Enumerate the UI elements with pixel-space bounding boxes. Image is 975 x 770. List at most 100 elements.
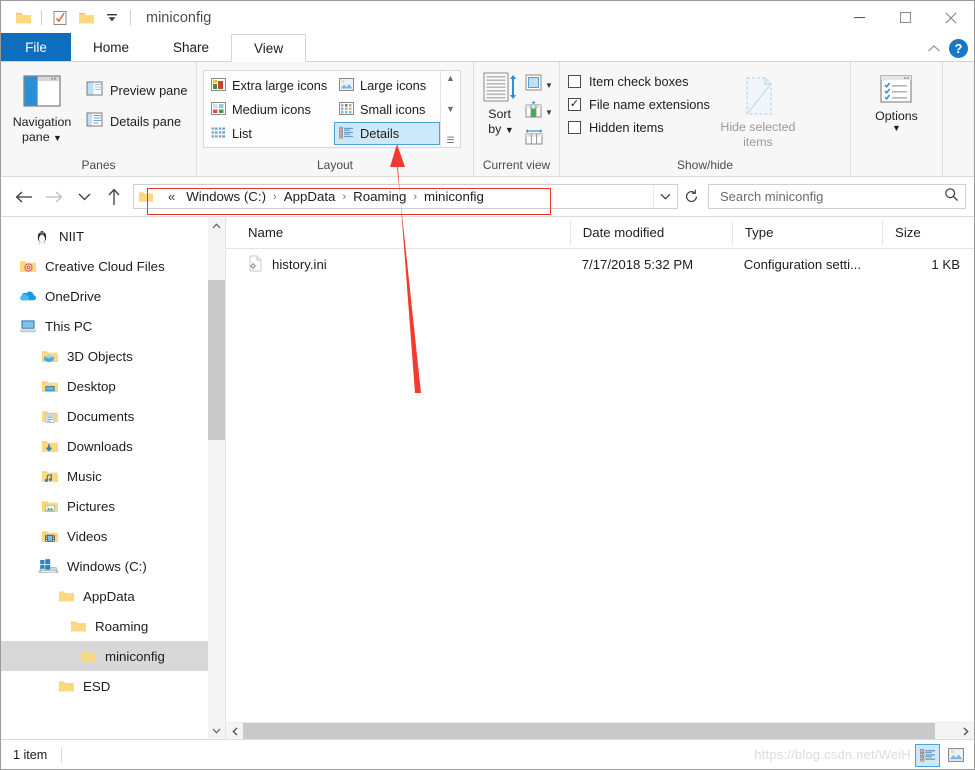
layout-option-small-icons[interactable]: Small icons bbox=[334, 98, 440, 121]
back-button[interactable] bbox=[9, 182, 39, 212]
sidebar-item-label: Desktop bbox=[67, 378, 116, 394]
options-button[interactable]: Options ▼ bbox=[875, 74, 918, 133]
sidebar-item-label: Documents bbox=[67, 408, 135, 424]
sidebar-item-downloads[interactable]: Downloads bbox=[1, 431, 225, 461]
group-by-button[interactable]: ▼ bbox=[524, 73, 553, 97]
hscroll-left-icon[interactable] bbox=[226, 723, 243, 740]
breadcrumb-item-miniconfig[interactable]: miniconfig bbox=[418, 189, 490, 204]
size-all-columns-button[interactable] bbox=[524, 127, 553, 151]
refresh-button[interactable] bbox=[678, 184, 704, 209]
sidebar-item-3d-objects[interactable]: 3D Objects bbox=[1, 341, 225, 371]
hscroll-right-icon[interactable] bbox=[957, 723, 974, 740]
tab-view[interactable]: View bbox=[231, 34, 307, 62]
forward-button[interactable] bbox=[39, 182, 69, 212]
table-row[interactable]: history.ini 7/17/2018 5:32 PM Configurat… bbox=[226, 249, 974, 280]
gallery-scroll-down-icon[interactable]: ▼ bbox=[446, 105, 455, 114]
breadcrumb-item-windows-c[interactable]: Windows (C:) bbox=[180, 189, 272, 204]
add-columns-dropdown-icon[interactable]: ▼ bbox=[545, 108, 553, 117]
address-dropdown-chevron-down-icon[interactable] bbox=[653, 185, 677, 208]
breadcrumb-item-appdata[interactable]: AppData bbox=[278, 189, 342, 204]
search-input[interactable] bbox=[718, 188, 944, 205]
hscroll-track[interactable] bbox=[243, 722, 957, 740]
sort-by-button[interactable]: Sort by ▼ bbox=[478, 68, 524, 136]
recent-locations-button[interactable] bbox=[69, 182, 99, 212]
minimize-button[interactable] bbox=[836, 1, 882, 34]
address-field[interactable]: « Windows (C:) › AppData › Roaming › min… bbox=[133, 184, 678, 209]
column-header-date-modified[interactable]: Date modified bbox=[569, 220, 732, 245]
item-check-boxes-option[interactable]: Item check boxes bbox=[568, 74, 710, 89]
sidebar-item-label: Videos bbox=[67, 528, 108, 544]
configuration-file-icon bbox=[248, 255, 263, 275]
group-by-dropdown-icon[interactable]: ▼ bbox=[545, 81, 553, 90]
sidebar-item-miniconfig[interactable]: miniconfig bbox=[1, 641, 225, 671]
sidebar-item-windows-c[interactable]: Windows (C:) bbox=[1, 551, 225, 581]
sidebar-item-appdata[interactable]: AppData bbox=[1, 581, 225, 611]
gallery-expand-icon[interactable]: ☰ bbox=[446, 136, 454, 145]
collapse-ribbon-chevron-up-icon[interactable] bbox=[927, 40, 941, 58]
options-label: Options bbox=[875, 109, 918, 123]
tab-share[interactable]: Share bbox=[151, 33, 231, 61]
sidebar-item-desktop[interactable]: Desktop bbox=[1, 371, 225, 401]
layout-option-extra-large-icons[interactable]: Extra large icons bbox=[206, 74, 334, 97]
navigation-pane-button[interactable]: Navigation pane ▼ bbox=[1, 68, 83, 144]
medium-icons-icon bbox=[211, 101, 226, 118]
layout-gallery-scrollbar[interactable]: ▲ ▼ ☰ bbox=[440, 71, 460, 147]
layout-option-list[interactable]: List bbox=[206, 122, 334, 145]
sidebar-item-music[interactable]: Music bbox=[1, 461, 225, 491]
sidebar-item-creative-cloud-files[interactable]: Creative Cloud Files bbox=[1, 251, 225, 281]
help-button[interactable]: ? bbox=[949, 39, 968, 58]
gallery-scroll-up-icon[interactable]: ▲ bbox=[446, 74, 455, 83]
large-icons-view-button[interactable] bbox=[943, 744, 968, 767]
tab-home[interactable]: Home bbox=[71, 33, 151, 61]
details-view-button[interactable] bbox=[915, 743, 940, 767]
up-button[interactable] bbox=[99, 182, 129, 212]
column-header-size[interactable]: Size bbox=[882, 220, 974, 245]
hscroll-thumb[interactable] bbox=[243, 722, 935, 740]
hidden-items-option[interactable]: Hidden items bbox=[568, 120, 710, 135]
desktop-folder-icon bbox=[41, 379, 59, 394]
search-box[interactable] bbox=[708, 184, 966, 209]
breadcrumb-item-roaming[interactable]: Roaming bbox=[347, 189, 412, 204]
layout-option-large-icons[interactable]: Large icons bbox=[334, 74, 440, 97]
layout-option-medium-icons[interactable]: Medium icons bbox=[206, 98, 334, 121]
add-columns-button[interactable]: ▼ bbox=[524, 100, 553, 124]
sidebar-item-niit[interactable]: NIIT bbox=[1, 221, 225, 251]
scroll-thumb[interactable] bbox=[208, 280, 225, 440]
scroll-down-icon[interactable] bbox=[208, 722, 225, 739]
window-title: miniconfig bbox=[146, 9, 212, 26]
sidebar-item-onedrive[interactable]: OneDrive bbox=[1, 281, 225, 311]
qat-separator-2 bbox=[130, 10, 131, 25]
properties-icon[interactable] bbox=[47, 5, 73, 31]
sidebar-item-pictures[interactable]: Pictures bbox=[1, 491, 225, 521]
breadcrumb-overflow[interactable]: « bbox=[161, 189, 180, 204]
scroll-track[interactable] bbox=[208, 234, 225, 722]
customize-qat-icon[interactable] bbox=[99, 5, 125, 31]
options-dropdown-icon[interactable]: ▼ bbox=[892, 123, 901, 133]
navigation-pane-scrollbar[interactable] bbox=[208, 217, 225, 739]
sidebar-item-esd[interactable]: ESD bbox=[1, 671, 225, 701]
details-pane-button[interactable]: Details pane bbox=[83, 111, 191, 131]
scroll-up-icon[interactable] bbox=[208, 217, 225, 234]
new-folder-icon[interactable] bbox=[73, 5, 99, 31]
file-name-extensions-option[interactable]: ✓ File name extensions bbox=[568, 97, 710, 112]
file-name-extensions-checkbox[interactable]: ✓ bbox=[568, 98, 581, 111]
close-button[interactable] bbox=[928, 1, 974, 34]
search-icon[interactable] bbox=[944, 187, 959, 207]
item-check-boxes-checkbox[interactable] bbox=[568, 75, 581, 88]
sidebar-item-this-pc[interactable]: This PC bbox=[1, 311, 225, 341]
sidebar-item-roaming[interactable]: Roaming bbox=[1, 611, 225, 641]
hidden-items-checkbox[interactable] bbox=[568, 121, 581, 134]
preview-pane-button[interactable]: Preview pane bbox=[83, 80, 191, 100]
folder-icon[interactable] bbox=[10, 5, 36, 31]
maximize-button[interactable] bbox=[882, 1, 928, 34]
file-list-horizontal-scrollbar[interactable] bbox=[226, 722, 974, 740]
layout-option-details[interactable]: Details bbox=[334, 122, 440, 145]
column-header-name[interactable]: Name bbox=[226, 221, 570, 245]
tab-file[interactable]: File bbox=[1, 33, 71, 61]
file-name-cell[interactable]: history.ini bbox=[226, 249, 570, 280]
file-type-cell: Configuration setti... bbox=[743, 257, 862, 272]
sidebar-item-videos[interactable]: Videos bbox=[1, 521, 225, 551]
sidebar-item-documents[interactable]: Documents bbox=[1, 401, 225, 431]
item-count-label: 1 item bbox=[13, 747, 48, 762]
column-header-type[interactable]: Type bbox=[731, 220, 882, 245]
